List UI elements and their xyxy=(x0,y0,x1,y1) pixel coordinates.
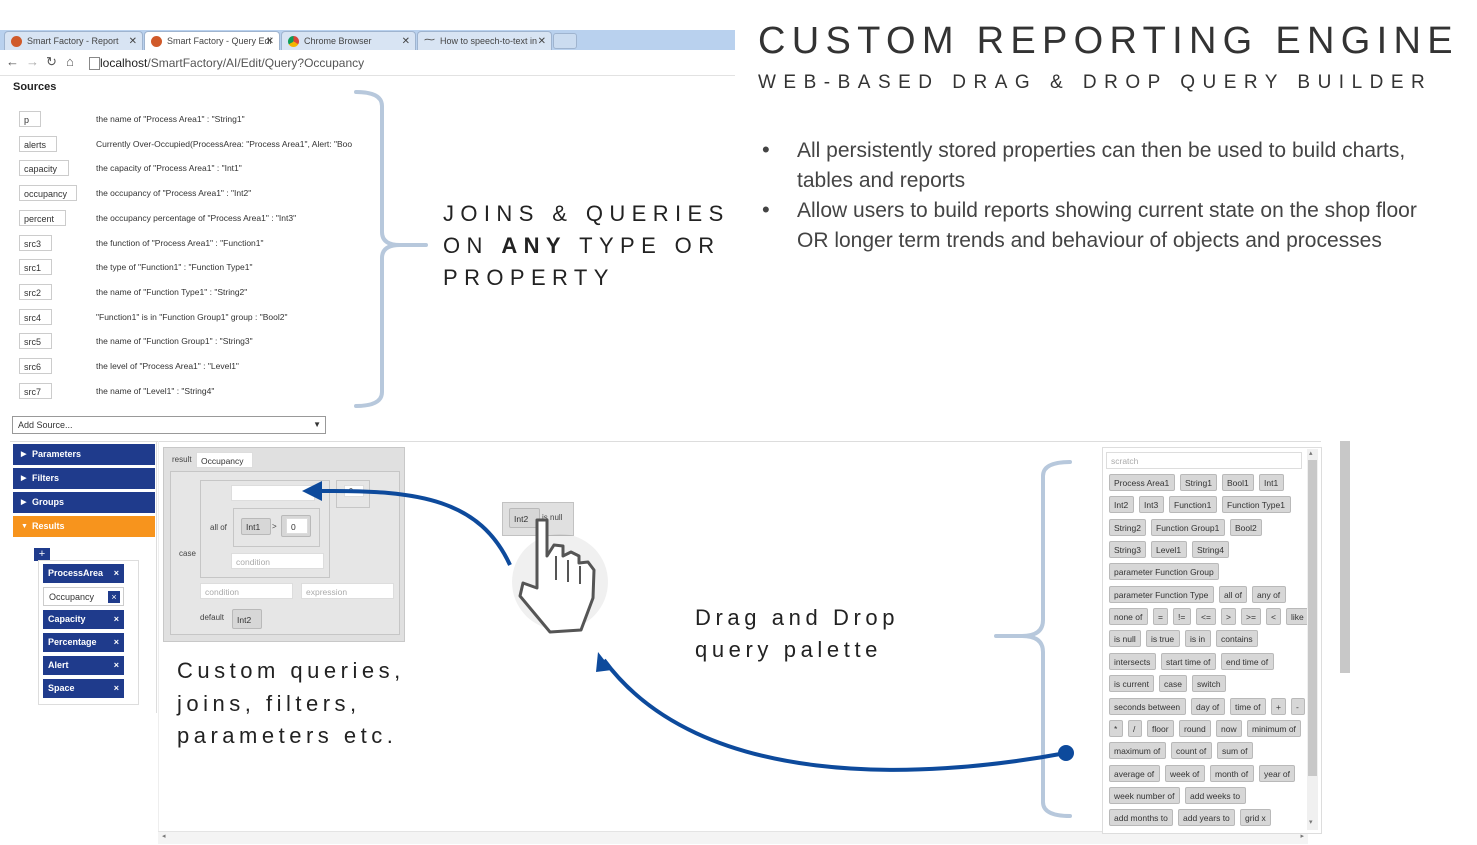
arrowhead-left xyxy=(302,481,322,501)
annotation-overlay xyxy=(302,90,1074,818)
hand-cursor-icon xyxy=(512,518,608,634)
sources-brace xyxy=(354,90,428,408)
drag-arrow-top xyxy=(321,488,512,566)
drag-source-dot xyxy=(1058,745,1074,761)
drag-arrow-bottom xyxy=(602,658,1067,772)
arrowhead-up xyxy=(596,652,612,672)
